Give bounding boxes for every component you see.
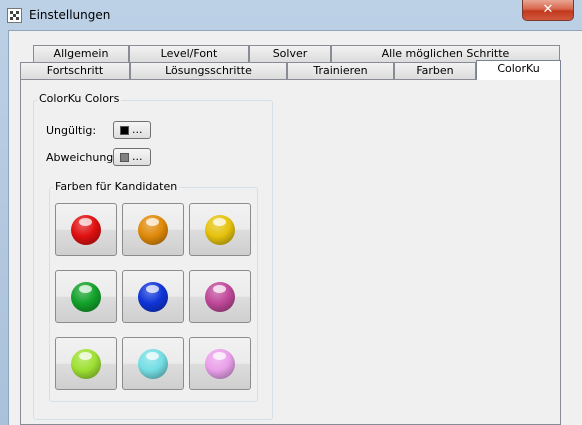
tab-farben[interactable]: Farben: [394, 62, 476, 79]
tab-solver[interactable]: Solver: [249, 45, 331, 62]
close-icon: ✕: [542, 2, 554, 17]
tab-label: Allgemein: [53, 47, 109, 60]
candidate-color-button-9[interactable]: [189, 337, 251, 390]
ellipsis-label: ...: [132, 150, 143, 163]
cyan-ball-icon: [138, 349, 168, 379]
candidate-color-button-5[interactable]: [122, 270, 184, 323]
close-button[interactable]: ✕: [522, 0, 574, 21]
candidates-title: Farben für Kandidaten: [53, 180, 180, 193]
tab-label: Fortschritt: [46, 64, 104, 77]
title-bar[interactable]: Einstellungen ✕: [0, 0, 582, 30]
tab-label: Trainieren: [313, 64, 368, 77]
tab-colorku[interactable]: ColorKu: [476, 60, 561, 80]
candidate-color-button-1[interactable]: [55, 203, 117, 256]
orange-ball-icon: [138, 215, 168, 245]
tab-trainieren[interactable]: Trainieren: [287, 62, 394, 79]
blue-ball-icon: [138, 282, 168, 312]
deviation-label: Abweichung:: [46, 151, 117, 164]
candidate-color-button-4[interactable]: [55, 270, 117, 323]
invalid-color-button[interactable]: ...: [113, 121, 151, 139]
candidate-color-button-8[interactable]: [122, 337, 184, 390]
candidate-color-button-2[interactable]: [122, 203, 184, 256]
invalid-label: Ungültig:: [46, 124, 97, 137]
tab-fortschritt[interactable]: Fortschritt: [20, 62, 130, 79]
pink-ball-icon: [205, 349, 235, 379]
tab-label: ColorKu: [497, 62, 540, 75]
tab-panel-colorku: ColorKu Colors Ungültig: ... Abweichung:…: [20, 79, 561, 425]
tab-loesungsschritte[interactable]: Lösungsschritte: [130, 62, 287, 79]
settings-window: Einstellungen ✕ Allgemein Level/Font Sol…: [0, 0, 582, 425]
candidate-color-button-7[interactable]: [55, 337, 117, 390]
yellow-ball-icon: [205, 215, 235, 245]
candidate-colors-group: Farben für Kandidaten: [49, 180, 258, 402]
light-green-ball-icon: [71, 349, 101, 379]
candidate-color-button-6[interactable]: [189, 270, 251, 323]
tab-label: Farben: [416, 64, 454, 77]
colorku-colors-group: ColorKu Colors Ungültig: ... Abweichung:…: [33, 92, 273, 420]
red-ball-icon: [71, 215, 101, 245]
deviation-color-button[interactable]: ...: [113, 148, 151, 166]
tab-label: Lösungsschritte: [165, 64, 252, 77]
tab-allgemein[interactable]: Allgemein: [33, 45, 129, 62]
tab-label: Alle möglichen Schritte: [381, 47, 510, 60]
window-title: Einstellungen: [29, 8, 111, 22]
group-title: ColorKu Colors: [37, 92, 122, 105]
invalid-color-swatch: [120, 126, 129, 135]
tab-label: Level/Font: [160, 47, 218, 60]
deviation-color-swatch: [120, 153, 129, 162]
candidate-color-button-3[interactable]: [189, 203, 251, 256]
magenta-ball-icon: [205, 282, 235, 312]
tab-label: Solver: [272, 47, 308, 60]
app-icon: [7, 8, 22, 23]
green-ball-icon: [71, 282, 101, 312]
ellipsis-label: ...: [132, 123, 143, 136]
tab-level-font[interactable]: Level/Font: [129, 45, 249, 62]
